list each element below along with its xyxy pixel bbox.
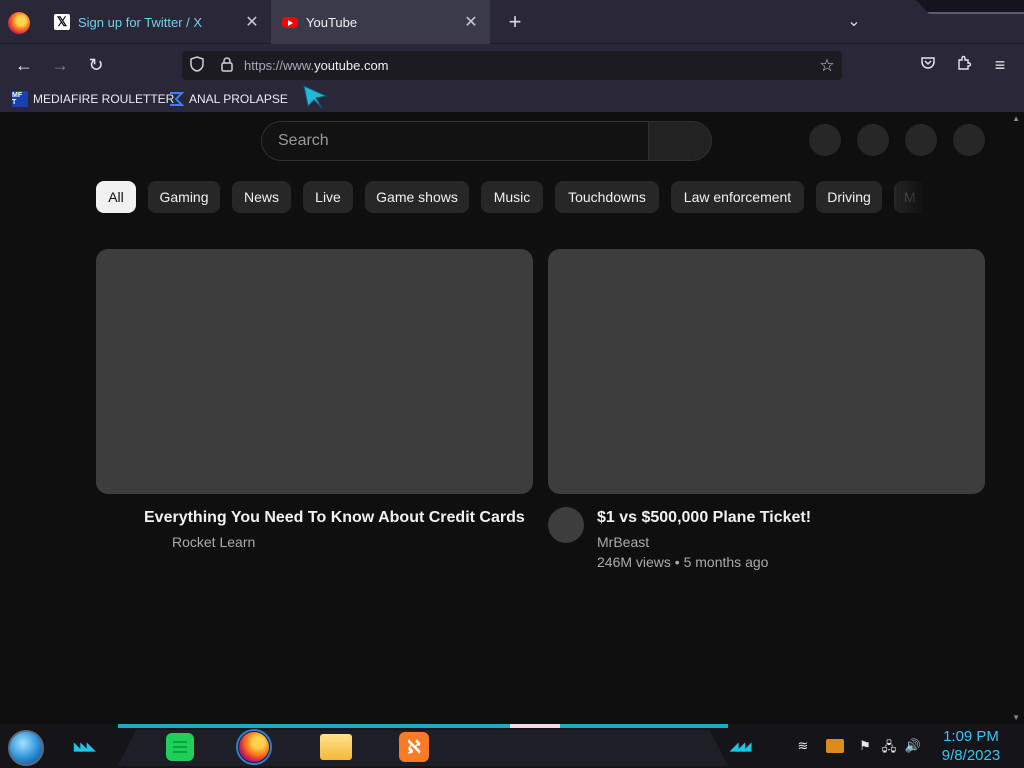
channel-avatar[interactable] (548, 507, 584, 543)
list-all-tabs-button[interactable]: ⌄ (842, 10, 866, 34)
volume-icon[interactable]: 🔊 (904, 738, 922, 754)
chips-fade-overlay (896, 181, 926, 213)
bookmark-star-icon[interactable]: ☆ (812, 56, 842, 76)
scroll-down-arrow-icon[interactable]: ▼ (1012, 713, 1020, 722)
tray-overflow-icon[interactable]: ≋ (792, 738, 814, 754)
chip-music[interactable]: Music (481, 181, 543, 213)
bookmark-mediafire-rouletter[interactable]: MF T MEDIAFIRE ROULETTER (12, 90, 174, 108)
sigma-icon (168, 91, 184, 107)
scroll-up-arrow-icon[interactable]: ▲ (1012, 114, 1020, 123)
taskbar-app-file-explorer[interactable] (320, 732, 352, 762)
address-bar[interactable]: https://www.youtube.com ☆ (182, 51, 842, 80)
chip-game-shows[interactable]: Game shows (365, 181, 469, 213)
tab-twitter[interactable]: 𝕏 Sign up for Twitter / X ✕ (44, 0, 272, 44)
chip-live[interactable]: Live (303, 181, 353, 213)
category-chips: All Gaming News Live Game shows Music To… (96, 181, 922, 213)
tray-app-icon[interactable] (826, 739, 844, 753)
create-button[interactable] (857, 124, 889, 156)
extensions-icon[interactable] (950, 52, 978, 78)
voice-search-button[interactable] (809, 124, 841, 156)
system-clock[interactable]: 1:09 PM 9/8/2023 (936, 727, 1006, 765)
theme-decoration (916, 0, 1024, 14)
taskbar-app-firefox[interactable] (236, 729, 272, 765)
x-logo-icon: 𝕏 (54, 14, 70, 30)
video-title[interactable]: $1 vs $500,000 Plane Ticket! (597, 509, 811, 527)
bookmarks-toolbar: MF T MEDIAFIRE ROULETTER ANAL PROLAPSE (0, 84, 1024, 113)
url-text[interactable]: https://www.youtube.com (242, 58, 812, 73)
video-thumbnail[interactable] (548, 249, 985, 494)
account-avatar[interactable] (953, 124, 985, 156)
xampp-icon: ℵ (399, 732, 429, 762)
clock-date: 9/8/2023 (941, 747, 1001, 764)
forward-button[interactable]: → (46, 52, 74, 78)
taskbar: ◣◣◣ ℵ ◢◢◢ ≋ ⚑ 🖧 🔊 1:09 PM 9/8/2023 (0, 724, 1024, 768)
chip-gaming[interactable]: Gaming (148, 181, 220, 213)
tab-title: YouTube (306, 14, 358, 30)
chevron-decoration-icon: ◣◣◣ (74, 741, 95, 753)
tab-strip: 𝕏 Sign up for Twitter / X ✕ YouTube ✕ + … (0, 0, 1024, 44)
folder-icon (320, 734, 352, 760)
chip-touchdowns[interactable]: Touchdowns (555, 181, 659, 213)
hamburger-menu-icon[interactable]: ≡ (986, 52, 1014, 78)
notifications-button[interactable] (905, 124, 937, 156)
back-button[interactable]: ← (10, 52, 38, 78)
video-channel[interactable]: Rocket Learn (172, 534, 255, 550)
mouse-cursor-icon (302, 84, 330, 113)
taskbar-app-notes[interactable] (164, 732, 196, 762)
navigation-toolbar: ← → ↻ https://www.youtube.com ☆ ≡ (0, 44, 1024, 86)
chip-driving[interactable]: Driving (816, 181, 882, 213)
start-orb-icon[interactable] (8, 730, 44, 766)
video-channel[interactable]: MrBeast (597, 534, 649, 550)
tab-youtube[interactable]: YouTube ✕ (272, 0, 490, 44)
lock-icon[interactable] (212, 56, 242, 75)
chip-news[interactable]: News (232, 181, 291, 213)
search-button[interactable] (648, 121, 712, 161)
url-prefix: https://www. (244, 58, 315, 73)
video-thumbnail[interactable] (96, 249, 533, 494)
network-icon[interactable]: 🖧 (880, 738, 898, 754)
pocket-icon[interactable] (914, 52, 942, 78)
firefox-menu-icon[interactable] (8, 12, 30, 34)
url-domain: youtube.com (314, 58, 389, 73)
new-tab-button[interactable]: + (502, 9, 528, 35)
chevron-decoration-icon: ◢◢◢ (730, 741, 751, 753)
taskbar-app-xampp[interactable]: ℵ (398, 732, 430, 762)
chip-law-enforcement[interactable]: Law enforcement (671, 181, 804, 213)
video-stats: 246M views • 5 months ago (597, 554, 769, 570)
taskbar-accent-line (118, 724, 728, 728)
shield-icon[interactable] (182, 56, 212, 75)
reload-button[interactable]: ↻ (82, 52, 110, 78)
flag-icon[interactable]: ⚑ (856, 738, 874, 754)
close-icon[interactable]: ✕ (462, 12, 480, 32)
close-icon[interactable]: ✕ (243, 12, 261, 32)
clock-time: 1:09 PM (943, 728, 999, 745)
bookmark-label: ANAL PROLAPSE (189, 92, 288, 106)
search-input[interactable] (262, 122, 649, 160)
youtube-page: ▲ All Gaming News Live Game shows Music … (0, 112, 1024, 724)
bookmark-anal-prolapse[interactable]: ANAL PROLAPSE (168, 90, 288, 108)
taskbar-accent-highlight (510, 724, 560, 728)
notes-app-icon (166, 733, 194, 761)
mediafire-icon: MF T (12, 91, 28, 107)
video-title[interactable]: Everything You Need To Know About Credit… (144, 509, 525, 527)
search-box (261, 121, 649, 161)
chip-all[interactable]: All (96, 181, 136, 213)
tab-title: Sign up for Twitter / X (78, 14, 203, 30)
bookmark-label: MEDIAFIRE ROULETTER (33, 92, 175, 106)
youtube-logo-icon (282, 16, 298, 28)
firefox-icon (236, 729, 272, 765)
